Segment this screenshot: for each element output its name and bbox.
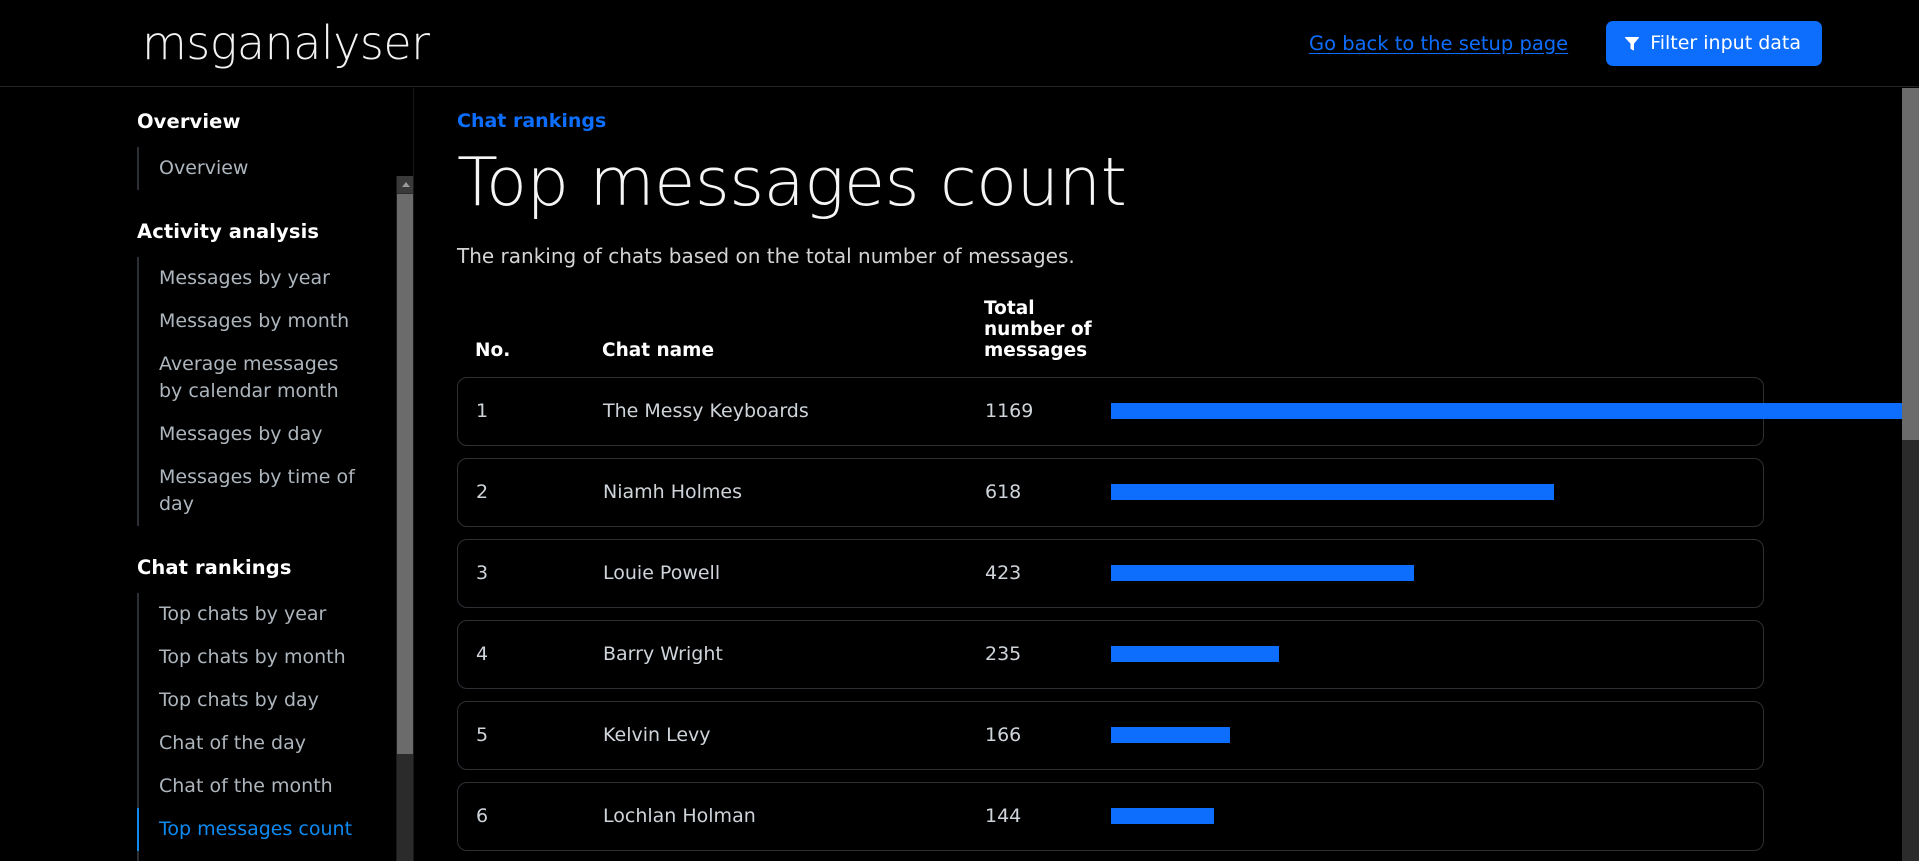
row-total-messages: 166 bbox=[985, 724, 1022, 747]
row-rank: 6 bbox=[476, 805, 489, 828]
row-total-messages: 618 bbox=[985, 481, 1022, 504]
row-rank: 1 bbox=[476, 400, 489, 423]
table-row: 2 Niamh Holmes 618 bbox=[457, 457, 1764, 527]
sidebar-item-top-messages-count[interactable]: Top messages count bbox=[137, 807, 367, 851]
sidebar-item-overview[interactable]: Overview bbox=[137, 147, 367, 190]
sidebar-group-title: Activity analysis bbox=[137, 219, 320, 243]
rankings-table: No. Chat name Total number of messages 1… bbox=[457, 298, 1902, 861]
row-chat-name: The Messy Keyboards bbox=[603, 400, 809, 423]
row-total-messages: 1169 bbox=[985, 400, 1034, 423]
app-header: msganalyser Go back to the setup page Fi… bbox=[0, 0, 1919, 87]
filter-button-label: Filter input data bbox=[1650, 31, 1801, 54]
table-row: 1 The Messy Keyboards 1169 bbox=[457, 376, 1902, 446]
row-bar-track bbox=[1111, 808, 1763, 825]
table-header-row: No. Chat name Total number of messages bbox=[457, 298, 1764, 377]
sidebar-group: Chat rankings Top chats by year Top chats … bbox=[0, 556, 400, 861]
sidebar-scrollbar-thumb[interactable] bbox=[397, 194, 413, 754]
sidebar-group: Activity analysis Messages by year Message… bbox=[0, 220, 400, 526]
row-bar-track bbox=[1111, 484, 1763, 501]
sidebar-item-messages-by-day[interactable]: Messages by day bbox=[137, 412, 367, 456]
app-logo: msganalyser bbox=[142, 16, 430, 70]
page-description: The ranking of chats based on the total … bbox=[457, 243, 1075, 268]
main-content: Chat rankings Top messages count The ran… bbox=[415, 88, 1902, 861]
sidebar-navigation[interactable]: Overview Overview Activity analysis Message… bbox=[0, 88, 414, 861]
row-bar-track bbox=[1111, 646, 1763, 663]
page-scrollbar[interactable] bbox=[1902, 88, 1919, 861]
page-scrollbar-thumb[interactable] bbox=[1902, 88, 1919, 440]
sidebar-item-messages-by-year[interactable]: Messages by year bbox=[137, 256, 367, 300]
row-bar-fill bbox=[1111, 646, 1279, 663]
row-rank: 4 bbox=[476, 643, 489, 666]
row-rank: 2 bbox=[476, 481, 489, 504]
sidebar-group: Overview Overview bbox=[0, 110, 400, 190]
sidebar-item-messages-by-month[interactable]: Messages by month bbox=[137, 299, 367, 343]
breadcrumb[interactable]: Chat rankings bbox=[457, 110, 1902, 132]
sidebar-item-top-chats-by-year[interactable]: Top chats by year bbox=[137, 592, 367, 636]
table-row: 6 Lochlan Holman 144 bbox=[457, 781, 1764, 851]
sidebar-item-chat-of-the-month[interactable]: Chat of the month bbox=[137, 764, 367, 808]
table-row: 5 Kelvin Levy 166 bbox=[457, 700, 1764, 770]
funnel-icon bbox=[1624, 35, 1640, 51]
sidebar-scrollbar[interactable] bbox=[396, 176, 413, 861]
column-header-chat-name: Chat name bbox=[602, 339, 714, 361]
row-chat-name: Louie Powell bbox=[603, 562, 721, 585]
row-chat-name: Barry Wright bbox=[603, 643, 723, 666]
row-total-messages: 144 bbox=[985, 805, 1022, 828]
row-bar-fill bbox=[1111, 727, 1230, 744]
sidebar-item-top-chats-by-month[interactable]: Top chats by month bbox=[137, 635, 367, 679]
row-bar-fill bbox=[1111, 565, 1414, 582]
row-chat-name: Lochlan Holman bbox=[603, 805, 756, 828]
sidebar-scroll-up-button[interactable] bbox=[397, 176, 413, 193]
column-header-total: Total number of messages bbox=[984, 297, 1092, 361]
row-chat-name: Kelvin Levy bbox=[603, 724, 711, 747]
row-bar-fill bbox=[1111, 484, 1554, 501]
sidebar-item-messages-by-time-of-day[interactable]: Messages by time of day bbox=[137, 455, 367, 526]
sidebar-item-top-chats-by-day[interactable]: Top chats by day bbox=[137, 678, 367, 722]
sidebar-item-average-messages-by-calendar-month[interactable]: Average messages by calendar month bbox=[137, 342, 367, 413]
chevron-up-icon bbox=[401, 182, 410, 187]
sidebar-item-chat-of-the-day[interactable]: Chat of the day bbox=[137, 721, 367, 765]
row-bar-track bbox=[1111, 403, 1902, 420]
sidebar-group-title: Overview bbox=[137, 110, 241, 133]
header-actions: Go back to the setup page Filter input d… bbox=[1309, 20, 1822, 66]
column-header-no: No. bbox=[475, 339, 511, 361]
row-bar-fill bbox=[1111, 403, 1902, 420]
row-rank: 3 bbox=[476, 562, 489, 585]
row-total-messages: 235 bbox=[985, 643, 1022, 666]
row-bar-track bbox=[1111, 565, 1763, 582]
table-row: 4 Barry Wright 235 bbox=[457, 619, 1764, 689]
filter-input-data-button[interactable]: Filter input data bbox=[1606, 20, 1822, 66]
row-rank: 5 bbox=[476, 724, 489, 747]
sidebar-item-top-media-count[interactable]: Top media count bbox=[137, 850, 367, 861]
row-bar-track bbox=[1111, 727, 1763, 744]
sidebar-group-title: Chat rankings bbox=[137, 555, 292, 579]
table-row: 3 Louie Powell 423 bbox=[457, 538, 1764, 608]
row-total-messages: 423 bbox=[985, 562, 1022, 585]
go-back-to-setup-link[interactable]: Go back to the setup page bbox=[1309, 32, 1568, 55]
row-chat-name: Niamh Holmes bbox=[603, 481, 743, 504]
page-title: Top messages count bbox=[457, 143, 1127, 221]
row-bar-fill bbox=[1111, 808, 1214, 825]
